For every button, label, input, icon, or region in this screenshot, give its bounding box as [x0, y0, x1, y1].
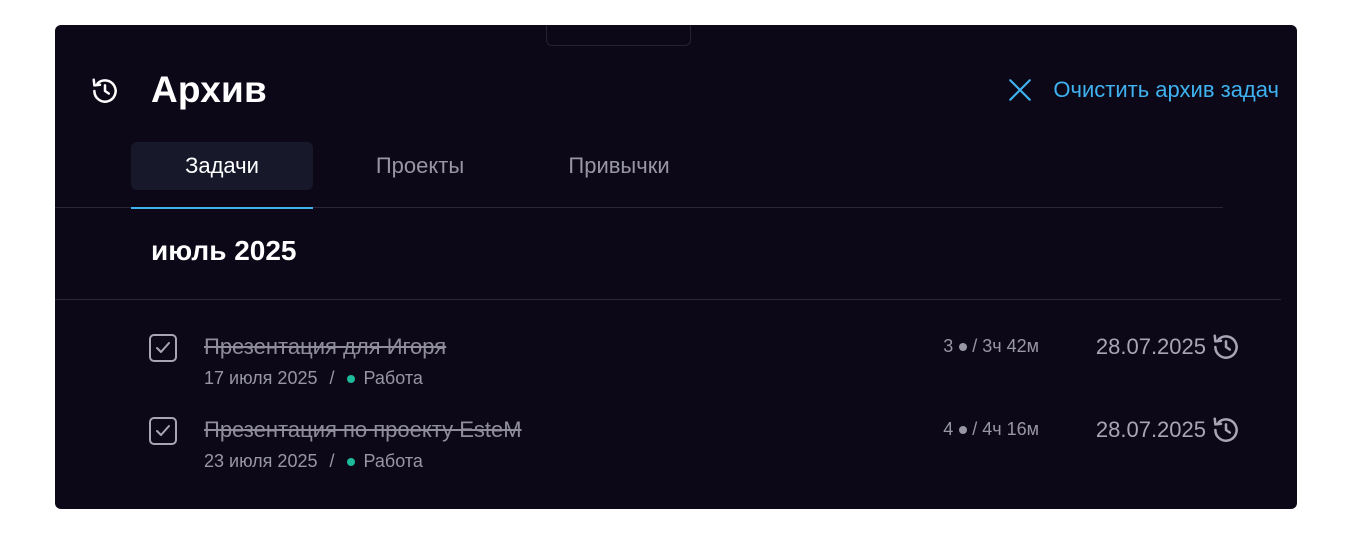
task-list-name: Работа — [363, 451, 423, 471]
sessions-dot-icon — [959, 342, 968, 351]
task-checkbox[interactable] — [149, 417, 177, 445]
task-archived-date: 28.07.2025 — [1095, 334, 1206, 359]
month-heading: июль 2025 — [151, 235, 297, 266]
tab-tasks-label: Задачи — [185, 153, 259, 178]
history-icon — [90, 76, 120, 106]
restore-icon[interactable] — [1211, 415, 1241, 445]
tab-tasks[interactable]: Задачи — [131, 142, 313, 190]
task-list-name: Работа — [363, 368, 423, 388]
task-created-date: 23 июля 2025 — [204, 451, 318, 471]
page-title: Архив — [151, 69, 267, 110]
task-duration: / 4ч 16м — [972, 419, 1039, 439]
task-stats: 3 / 3ч 42м — [943, 336, 1039, 357]
list-color-dot — [346, 374, 355, 383]
task-created-date: 17 июля 2025 — [204, 368, 318, 388]
archive-panel: Архив Очистить архив задач Задачи Проект… — [55, 25, 1297, 509]
list-color-dot — [346, 457, 355, 466]
tab-projects-label: Проекты — [375, 153, 465, 178]
tab-habits-label: Привычки — [568, 153, 670, 178]
tab-projects[interactable]: Проекты — [313, 142, 527, 190]
task-row[interactable]: Презентация по проекту EsteM 23 июля 202… — [55, 417, 1297, 487]
tab-bar: Задачи Проекты Привычки — [131, 142, 711, 190]
task-sessions: 3 — [943, 336, 954, 356]
task-title[interactable]: Презентация по проекту EsteM — [204, 417, 522, 443]
restore-icon[interactable] — [1211, 332, 1241, 362]
meta-separator: / — [329, 368, 335, 388]
task-archived-date: 28.07.2025 — [1095, 417, 1206, 442]
close-icon — [1007, 77, 1033, 103]
task-row[interactable]: Презентация для Игоря 17 июля 2025 / Раб… — [55, 334, 1297, 404]
task-meta: 23 июля 2025 / Работа — [204, 451, 423, 472]
clear-archive-label: Очистить архив задач — [1053, 77, 1279, 102]
task-meta: 17 июля 2025 / Работа — [204, 368, 423, 389]
meta-separator: / — [329, 451, 335, 471]
drag-handle[interactable] — [546, 25, 691, 46]
tab-habits[interactable]: Привычки — [527, 142, 711, 190]
month-divider — [55, 299, 1281, 300]
task-duration: / 3ч 42м — [972, 336, 1039, 356]
active-tab-indicator — [131, 207, 313, 209]
sessions-dot-icon — [959, 425, 968, 434]
task-checkbox[interactable] — [149, 334, 177, 362]
task-sessions: 4 — [943, 419, 954, 439]
task-stats: 4 / 4ч 16м — [943, 419, 1039, 440]
clear-archive-button[interactable]: Очистить архив задач — [1007, 75, 1279, 105]
task-title[interactable]: Презентация для Игоря — [204, 334, 446, 360]
